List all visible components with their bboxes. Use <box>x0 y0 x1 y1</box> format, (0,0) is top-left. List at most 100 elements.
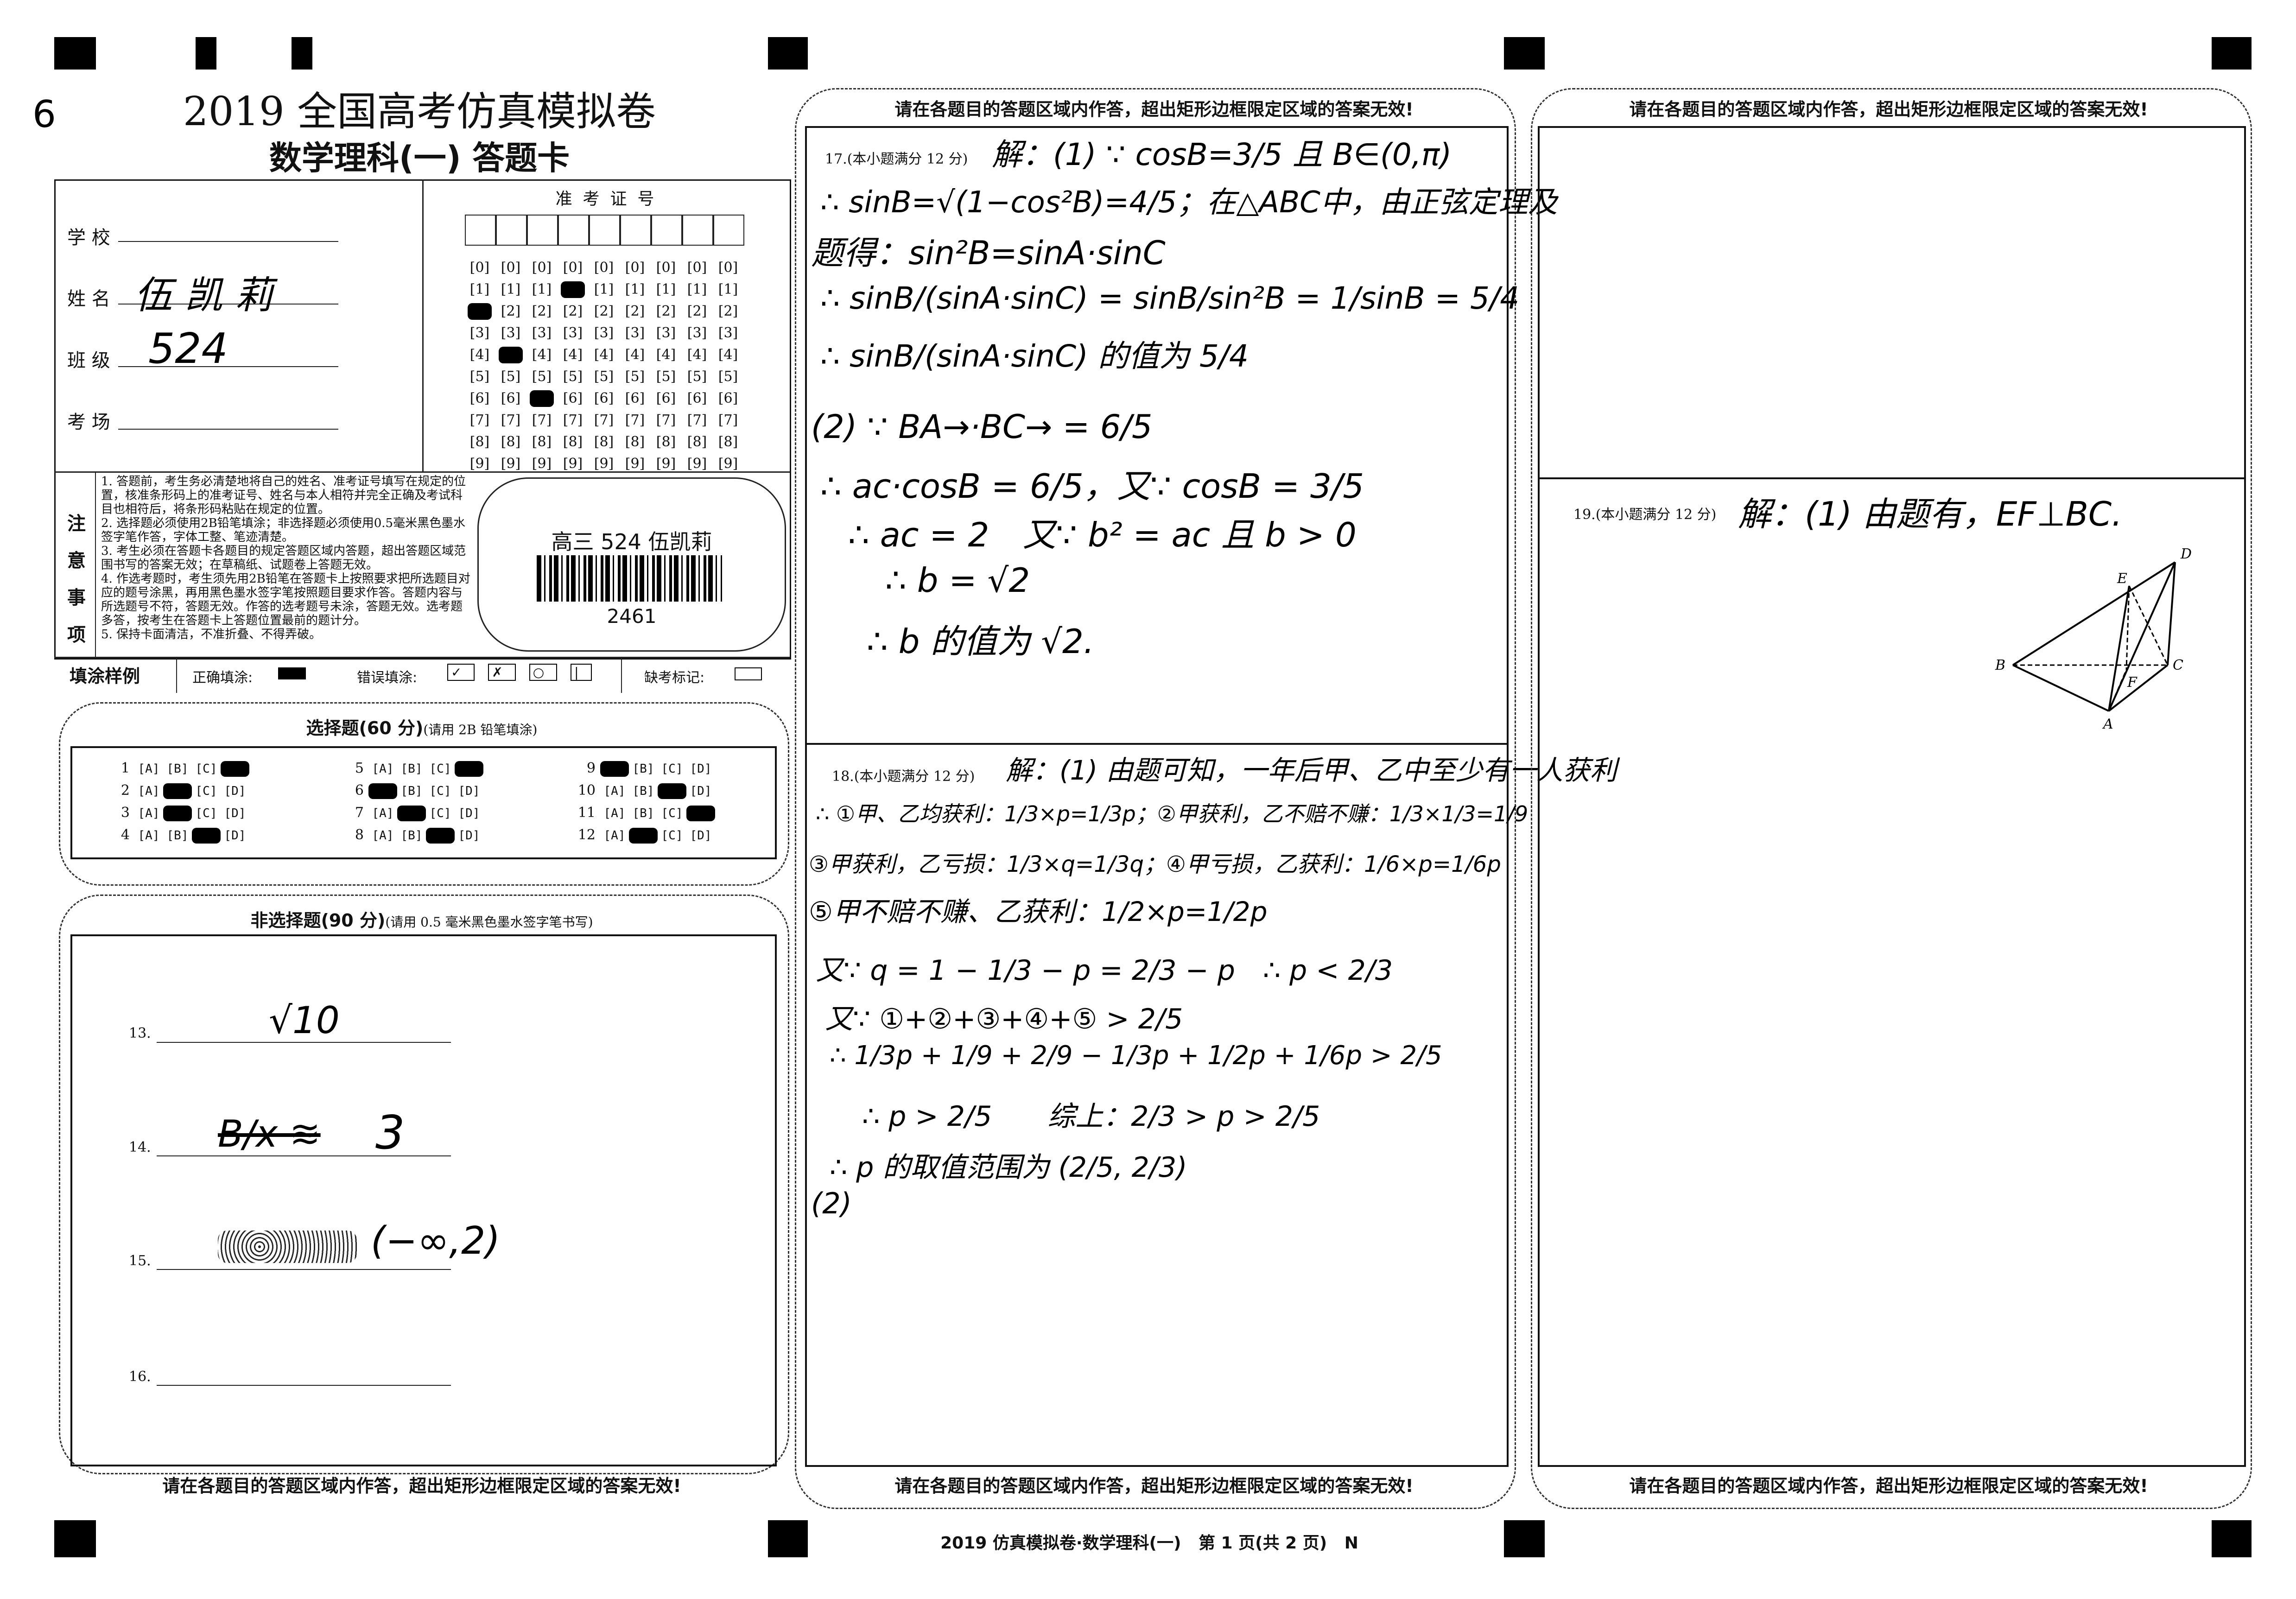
exam-id-bubble[interactable]: [0] <box>716 260 740 276</box>
exam-id-bubble[interactable]: [8] <box>468 434 492 451</box>
exam-id-bubble[interactable]: [9] <box>685 456 709 472</box>
exam-id-bubble[interactable]: [7] <box>592 412 616 429</box>
exam-id-digit-box[interactable] <box>620 215 651 246</box>
exam-id-bubble[interactable]: [8] <box>592 434 616 451</box>
exam-id-bubble[interactable]: [0] <box>654 260 678 276</box>
choice-option-b[interactable]: [B] <box>397 806 426 821</box>
exam-id-bubble[interactable]: [4] <box>623 347 647 363</box>
exam-id-bubble[interactable]: [7] <box>530 412 554 429</box>
exam-id-bubble[interactable]: [5] <box>716 368 740 385</box>
exam-id-bubble[interactable]: [6] <box>716 390 740 407</box>
choice-option-a[interactable]: [A] <box>368 762 397 776</box>
exam-id-digit-box[interactable] <box>682 215 713 246</box>
exam-id-bubble[interactable]: [9] <box>716 456 740 472</box>
choice-option-a[interactable]: [A] <box>368 829 397 843</box>
exam-id-bubble[interactable]: [2] <box>716 303 740 320</box>
choice-option-c[interactable]: [C] <box>192 828 221 844</box>
exam-id-bubble[interactable]: [6] <box>623 390 647 407</box>
exam-id-digit-box[interactable] <box>651 215 682 246</box>
choice-option-a[interactable]: [A] <box>134 829 163 843</box>
exam-id-bubble[interactable]: [3] <box>716 325 740 342</box>
exam-id-bubble[interactable]: [4] <box>685 347 709 363</box>
exam-id-digit-box[interactable] <box>496 215 527 246</box>
exam-id-bubble[interactable]: [1] <box>623 281 647 298</box>
choice-option-b[interactable]: [B] <box>397 762 426 776</box>
exam-id-bubble[interactable]: [2] <box>561 303 585 320</box>
exam-id-bubble[interactable]: [5] <box>623 368 647 385</box>
exam-id-bubble[interactable]: [4] <box>499 347 523 363</box>
choice-option-a[interactable]: [A] <box>368 806 397 820</box>
choice-option-d[interactable]: [D] <box>686 762 715 776</box>
exam-id-bubble[interactable]: [4] <box>592 347 616 363</box>
exam-id-bubble[interactable]: [7] <box>685 412 709 429</box>
choice-option-d[interactable]: [D] <box>221 806 249 820</box>
exam-id-bubble[interactable]: [3] <box>468 325 492 342</box>
choice-option-a[interactable]: [A] <box>600 784 629 798</box>
exam-id-bubble[interactable]: [3] <box>499 325 523 342</box>
choice-option-d[interactable]: [D] <box>455 761 483 777</box>
exam-id-digit-box[interactable] <box>713 215 744 246</box>
exam-id-bubble[interactable]: [9] <box>592 456 616 472</box>
exam-id-bubble[interactable]: [1] <box>685 281 709 298</box>
exam-id-bubble[interactable]: [8] <box>654 434 678 451</box>
choice-option-c[interactable]: [C] <box>192 806 221 820</box>
exam-id-bubble[interactable]: [6] <box>499 390 523 407</box>
exam-id-digit-box[interactable] <box>527 215 558 246</box>
choice-option-d[interactable]: [D] <box>686 829 715 843</box>
choice-option-c[interactable]: [C] <box>192 784 221 798</box>
exam-id-bubble[interactable]: [2] <box>592 303 616 320</box>
absent-mark-checkbox[interactable] <box>735 667 762 680</box>
choice-option-b[interactable]: [B] <box>629 828 658 844</box>
exam-id-bubble[interactable]: [9] <box>468 456 492 472</box>
exam-id-bubble[interactable]: [7] <box>468 412 492 429</box>
exam-id-bubble[interactable]: [5] <box>530 368 554 385</box>
choice-option-c[interactable]: [C] <box>658 806 686 820</box>
choice-option-c[interactable]: [C] <box>426 806 455 820</box>
choice-option-b[interactable]: [B] <box>397 784 426 798</box>
exam-id-bubble[interactable]: [0] <box>623 260 647 276</box>
exam-id-bubble[interactable]: [8] <box>561 434 585 451</box>
exam-id-digit-box[interactable] <box>589 215 620 246</box>
choice-option-c[interactable]: [C] <box>426 762 455 776</box>
blank-16-field[interactable] <box>157 1363 451 1386</box>
exam-id-bubble[interactable]: [5] <box>685 368 709 385</box>
choice-option-b[interactable]: [B] <box>629 784 658 798</box>
choice-option-d[interactable]: [D] <box>686 784 715 798</box>
choice-option-a[interactable]: [A] <box>134 762 163 776</box>
exam-id-bubble[interactable]: [9] <box>561 456 585 472</box>
exam-id-bubble[interactable]: [7] <box>716 412 740 429</box>
choice-option-d[interactable]: [D] <box>221 761 249 777</box>
exam-id-bubble[interactable]: [2] <box>468 303 492 320</box>
exam-id-bubble[interactable]: [8] <box>716 434 740 451</box>
exam-id-bubble[interactable]: [3] <box>561 325 585 342</box>
exam-id-bubble[interactable]: [7] <box>623 412 647 429</box>
choice-option-c[interactable]: [C] <box>658 783 686 799</box>
exam-id-bubble[interactable]: [4] <box>561 347 585 363</box>
exam-id-bubble[interactable]: [9] <box>654 456 678 472</box>
exam-id-bubble[interactable]: [8] <box>623 434 647 451</box>
choice-option-b[interactable]: [B] <box>163 762 192 776</box>
exam-id-digit-box[interactable] <box>558 215 589 246</box>
school-field[interactable] <box>118 218 338 242</box>
exam-id-bubble[interactable]: [5] <box>561 368 585 385</box>
exam-id-digit-box[interactable] <box>465 215 496 246</box>
exam-id-bubble[interactable]: [0] <box>468 260 492 276</box>
exam-id-bubble[interactable]: [5] <box>468 368 492 385</box>
choice-option-a[interactable]: [A] <box>600 829 629 843</box>
exam-id-bubble[interactable]: [0] <box>685 260 709 276</box>
choice-option-b[interactable]: [B] <box>163 829 192 843</box>
exam-id-bubble[interactable]: [4] <box>654 347 678 363</box>
exam-id-bubble[interactable]: [3] <box>685 325 709 342</box>
choice-option-c[interactable]: [C] <box>426 784 455 798</box>
exam-id-bubble[interactable]: [1] <box>716 281 740 298</box>
exam-id-bubble[interactable]: [7] <box>561 412 585 429</box>
choice-option-c[interactable]: [C] <box>658 829 686 843</box>
exam-id-bubble[interactable]: [2] <box>530 303 554 320</box>
exam-id-bubble[interactable]: [1] <box>592 281 616 298</box>
exam-id-bubble[interactable]: [7] <box>499 412 523 429</box>
exam-id-bubble[interactable]: [0] <box>561 260 585 276</box>
exam-id-bubble[interactable]: [8] <box>499 434 523 451</box>
exam-id-bubble[interactable]: [6] <box>654 390 678 407</box>
exam-id-bubble[interactable]: [0] <box>592 260 616 276</box>
exam-id-bubble[interactable]: [7] <box>654 412 678 429</box>
